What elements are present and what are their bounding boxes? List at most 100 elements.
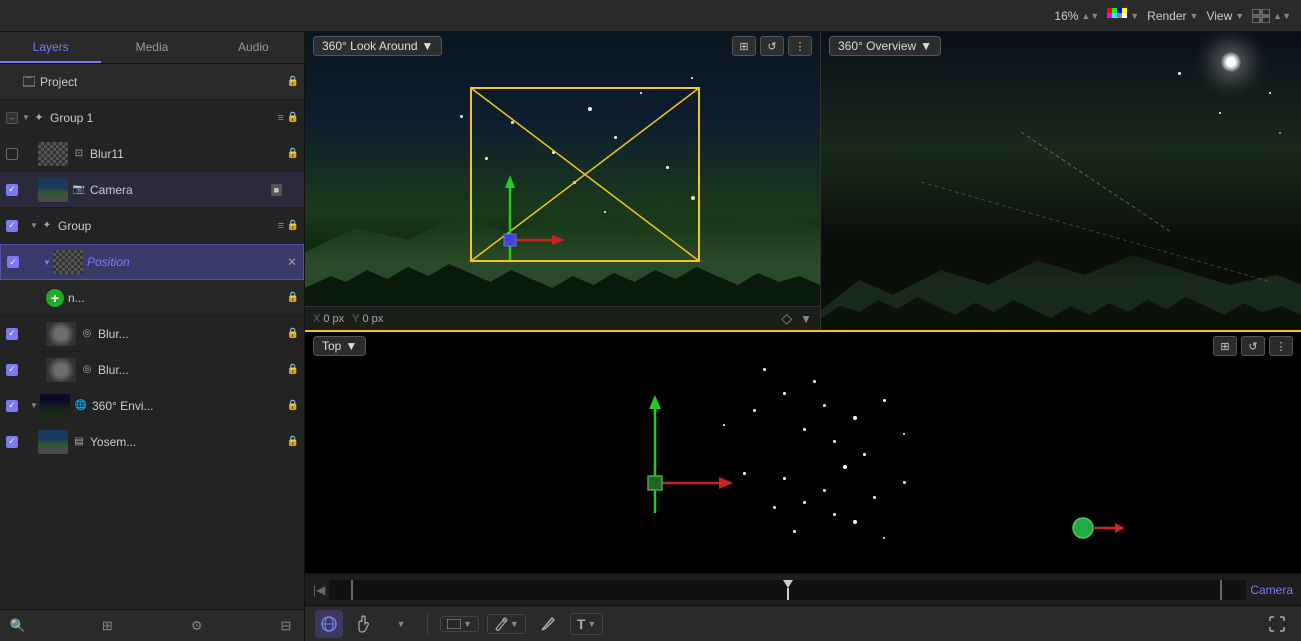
position-check-icon: ✓ <box>7 256 19 268</box>
view-chevron: ▼ <box>1235 11 1244 21</box>
grid-view-icon[interactable]: ⊞ <box>97 616 117 636</box>
blur-r2-checkbox[interactable]: ✓ <box>4 362 20 378</box>
project-lock: 🔒 <box>286 75 300 89</box>
bottom-panel-grid-btn[interactable]: ⊞ <box>1213 336 1237 356</box>
gizmo-top <box>625 383 745 523</box>
panel-360-reset-btn[interactable]: ↺ <box>760 36 784 56</box>
tab-audio[interactable]: Audio <box>203 32 304 63</box>
add-plus-btn[interactable]: + <box>46 289 64 307</box>
camera-checkbox[interactable]: ✓ <box>4 182 20 198</box>
timeline-track[interactable] <box>329 580 1246 600</box>
blur-r1-checkbox[interactable]: ✓ <box>4 326 20 342</box>
blur-r2-thumb <box>46 358 76 382</box>
group-name: Group <box>58 219 278 233</box>
text-tool-dropdown[interactable]: T ▼ <box>570 613 603 635</box>
yosem-row[interactable]: ✓ ▤ Yosem... 🔒 <box>0 424 304 460</box>
zoom-control[interactable]: 16% ▲▼ <box>1054 9 1099 23</box>
project-icon <box>22 75 36 89</box>
group-checkbox[interactable]: ✓ <box>4 218 20 234</box>
bottom-panel-more-btn[interactable]: ⋮ <box>1269 336 1293 356</box>
fit-btn[interactable] <box>1263 610 1291 638</box>
panel-360-more-btn[interactable]: ⋮ <box>788 36 812 56</box>
group-extra: ≡ <box>278 220 284 232</box>
panel-top-chevron: ▼ <box>345 339 357 353</box>
sidebar-bottom: 🔍 ⊞ ⚙ ⊟ <box>0 609 304 641</box>
search-icon[interactable]: 🔍 <box>8 616 28 636</box>
path-lines <box>821 32 1301 330</box>
position-name: Position <box>87 255 285 269</box>
panel-overview-label: 360° Overview <box>838 39 916 53</box>
group-lock: 🔒 <box>286 219 300 233</box>
add-behavior-lock: 🔒 <box>286 291 300 305</box>
panel-top-dropdown[interactable]: Top ▼ <box>313 336 366 356</box>
blur-r2-row[interactable]: ✓ ◎ Blur... 🔒 <box>0 352 304 388</box>
camera-thumb <box>38 178 68 202</box>
settings-icon[interactable]: ⚙ <box>187 616 207 636</box>
group-expand[interactable]: ▼ <box>30 221 38 230</box>
panel-360-header: 360° Look Around ▼ ⊞ ↺ ⋮ <box>305 32 820 60</box>
x-value: 0 px <box>323 313 344 325</box>
blur11-row[interactable]: ⊡ Blur11 🔒 <box>0 136 304 172</box>
timeline-start-btn[interactable]: |◀ <box>313 583 325 597</box>
blur-r1-lock: 🔒 <box>286 327 300 341</box>
yosem-checkbox[interactable]: ✓ <box>4 434 20 450</box>
hand-tool-btn[interactable] <box>351 610 379 638</box>
camera-lock <box>286 183 300 197</box>
layout-chevron: ▲▼ <box>1273 11 1291 21</box>
view-mode-dropdown[interactable]: ▼ <box>440 616 479 632</box>
group1-name: Group 1 <box>50 111 278 125</box>
globe-tool-btn[interactable] <box>315 610 343 638</box>
view-menu[interactable]: View ▼ <box>1206 9 1244 23</box>
bottom-panel-reset-btn[interactable]: ↺ <box>1241 336 1265 356</box>
gizmo-360 <box>490 170 570 270</box>
env360-name: 360° Envi... <box>92 399 286 413</box>
position-expand[interactable]: ▼ <box>43 258 51 267</box>
coord-x: X 0 px <box>313 313 344 325</box>
timeline-playhead[interactable] <box>784 580 792 600</box>
layout-btn[interactable]: ▲▼ <box>1252 9 1291 23</box>
env360-thumb <box>40 394 70 418</box>
panel-overview-dropdown[interactable]: 360° Overview ▼ <box>829 36 941 56</box>
blur-r1-row[interactable]: ✓ ◎ Blur... 🔒 <box>0 316 304 352</box>
position-row[interactable]: ✓ ▼ Position ✕ <box>0 244 304 280</box>
panel-top-label: Top <box>322 339 341 353</box>
group1-row[interactable]: – ▼ ✦ Group 1 ≡ 🔒 <box>0 100 304 136</box>
blur-r2-type-icon: ◎ <box>80 363 94 377</box>
hand-chevron[interactable]: ▼ <box>387 610 415 638</box>
timeline-end-marker <box>1220 580 1228 600</box>
bottom-toolbar: ▼ ▼ ▼ T ▼ <box>305 605 1301 641</box>
top-previews: 360° Look Around ▼ ⊞ ↺ ⋮ X 0 px <box>305 32 1301 332</box>
color-picker-btn[interactable]: ▼ <box>1107 8 1139 24</box>
panel-360-label: 360° Look Around <box>322 39 418 53</box>
remove-icon[interactable]: ⊟ <box>276 616 296 636</box>
env360-checkbox[interactable]: ✓ <box>4 398 20 414</box>
group1-checkbox[interactable]: – <box>4 110 20 126</box>
paint-tool-dropdown[interactable]: ▼ <box>487 614 526 634</box>
pen-tool-btn[interactable] <box>534 610 562 638</box>
blur-r2-name: Blur... <box>98 363 286 377</box>
position-close-btn[interactable]: ✕ <box>285 255 299 269</box>
bottom-panel-header: Top ▼ ⊞ ↺ ⋮ <box>305 332 1301 360</box>
blur11-thumb <box>38 142 68 166</box>
color-chevron: ▼ <box>1130 11 1139 21</box>
camera-row[interactable]: ✓ 📷 Camera ■ <box>0 172 304 208</box>
add-behavior-checkbox <box>4 290 20 306</box>
panel-360-grid-btn[interactable]: ⊞ <box>732 36 756 56</box>
env360-row[interactable]: ✓ ▼ 🌐 360° Envi... 🔒 <box>0 388 304 424</box>
add-behavior-row[interactable]: + n... 🔒 <box>0 280 304 316</box>
group-row[interactable]: ✓ ▼ ✦ Group ≡ 🔒 <box>0 208 304 244</box>
render-menu[interactable]: Render ▼ <box>1147 9 1198 23</box>
tab-media[interactable]: Media <box>101 32 202 63</box>
env360-type-icon: 🌐 <box>74 399 88 413</box>
yosem-type-icon: ▤ <box>72 435 86 449</box>
coords-diamond: ◇ <box>781 310 792 327</box>
panel-360-dropdown[interactable]: 360° Look Around ▼ <box>313 36 442 56</box>
panel-360-chevron: ▼ <box>422 39 434 53</box>
group1-expand[interactable]: ▼ <box>22 113 30 122</box>
blur-r2-check-icon: ✓ <box>6 364 18 376</box>
blur11-checkbox[interactable] <box>4 146 20 162</box>
project-row[interactable]: Project 🔒 <box>0 64 304 100</box>
env360-expand[interactable]: ▼ <box>30 401 38 410</box>
tab-layers[interactable]: Layers <box>0 32 101 63</box>
position-checkbox[interactable]: ✓ <box>5 254 21 270</box>
